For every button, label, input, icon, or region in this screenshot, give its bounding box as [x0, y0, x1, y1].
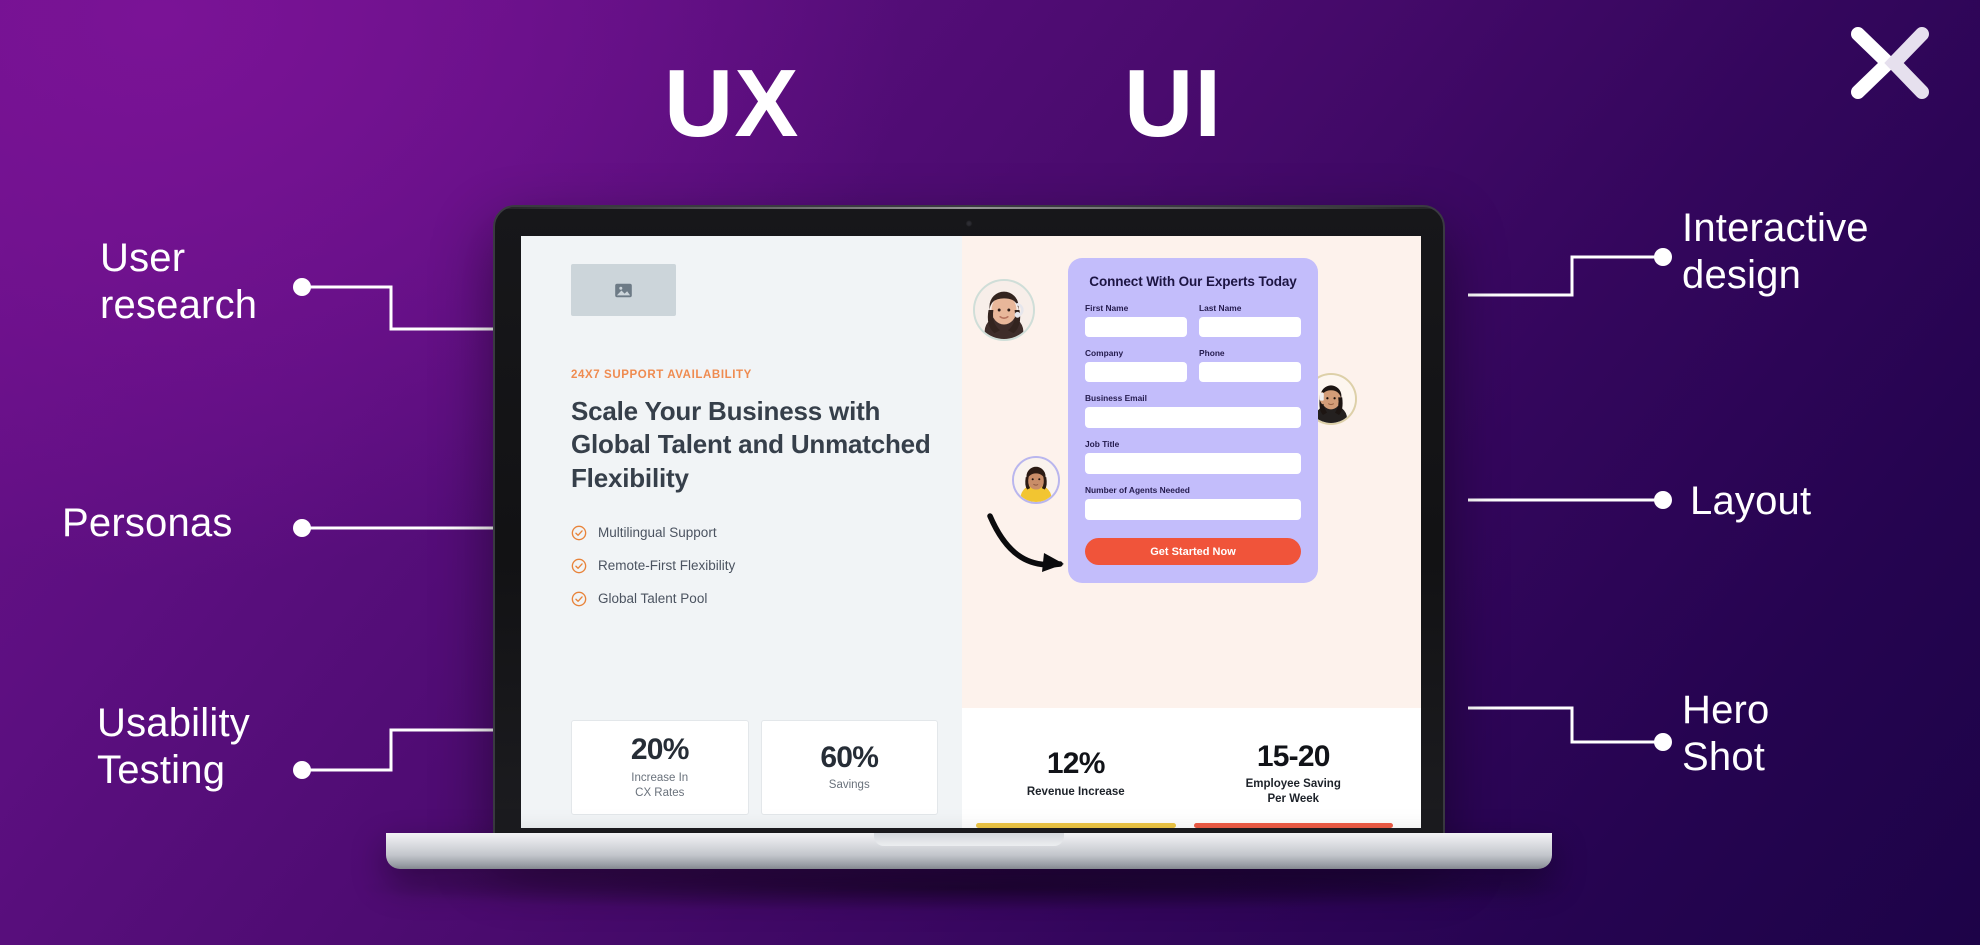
- x-logo-icon: [1851, 27, 1929, 99]
- field-label: Phone: [1199, 348, 1225, 358]
- field-label: Number of Agents Needed: [1085, 485, 1190, 495]
- avatar-yellow-shirt: [1012, 456, 1060, 504]
- laptop-shadow: [363, 865, 1575, 911]
- stat-value: 20%: [630, 733, 689, 767]
- field-label: Last Name: [1199, 303, 1242, 313]
- stat-value: 60%: [820, 740, 879, 774]
- last-name-input[interactable]: [1199, 317, 1301, 337]
- hero-eyebrow: 24X7 SUPPORT AVAILABILITY: [571, 369, 752, 381]
- field-label: First Name: [1085, 303, 1129, 313]
- webcam-icon: [965, 220, 973, 227]
- stat-value: 12%: [1046, 747, 1105, 781]
- business-email-input[interactable]: [1085, 407, 1301, 428]
- stats-right-zone: 12% Revenue Increase 15-20 Employee Savi…: [962, 708, 1421, 828]
- ux-wordmark: UX: [664, 50, 800, 157]
- field-label: Business Email: [1085, 393, 1147, 403]
- stat-label: Revenue Increase: [1026, 785, 1125, 798]
- image-placeholder-icon: [571, 264, 676, 316]
- stat-card: 20% Increase In CX Rates: [571, 720, 749, 815]
- company-input[interactable]: [1085, 362, 1187, 382]
- field-business-email: Business Email: [1085, 393, 1301, 428]
- stat-label: Savings: [828, 779, 870, 792]
- feature-label: Multilingual Support: [598, 525, 717, 541]
- annotation-layout: Layout: [1690, 479, 1812, 523]
- hero-heading: Scale Your Business with Global Talent a…: [571, 396, 931, 493]
- annotation-personas: Personas: [62, 501, 233, 545]
- number-of-agents-input[interactable]: [1085, 499, 1301, 520]
- field-phone: Phone: [1199, 348, 1301, 382]
- field-number-of-agents: Number of Agents Needed: [1085, 485, 1301, 520]
- field-first-name: First Name: [1085, 303, 1187, 337]
- stat-card: 60% Savings: [760, 720, 938, 815]
- laptop-screen: 24X7 SUPPORT AVAILABILITY Scale Your Bus…: [521, 236, 1421, 828]
- first-name-input[interactable]: [1085, 317, 1187, 337]
- field-company: Company: [1085, 348, 1187, 382]
- stat-card: 12% Revenue Increase: [976, 720, 1176, 828]
- stat-accent-bar: [1193, 823, 1393, 828]
- feature-label: Remote-First Flexibility: [598, 558, 736, 574]
- get-started-button[interactable]: Get Started Now: [1085, 538, 1301, 565]
- curved-arrow-icon: [987, 513, 1064, 572]
- job-title-input[interactable]: [1085, 453, 1301, 474]
- field-last-name: Last Name: [1199, 303, 1301, 337]
- check-circle-icon: [571, 558, 587, 574]
- annotation-usability-testing: Usability Testing: [97, 701, 250, 793]
- check-circle-icon: [571, 591, 587, 607]
- feature-item: Global Talent Pool: [571, 591, 936, 607]
- stat-label: Employee Saving Per Week: [1245, 778, 1341, 806]
- stat-card: 15-20 Employee Saving Per Week: [1193, 720, 1393, 828]
- ui-wordmark: UI: [1124, 50, 1222, 157]
- check-circle-icon: [571, 525, 587, 541]
- laptop-base: [386, 833, 1552, 869]
- contact-form-card: Connect With Our Experts Today First Nam…: [1068, 258, 1318, 583]
- field-label: Company: [1085, 348, 1124, 358]
- stat-value: 15-20: [1256, 739, 1331, 773]
- stat-accent-bar: [976, 823, 1176, 828]
- stats-left-zone: 20% Increase In CX Rates 60% Savings: [521, 708, 962, 828]
- form-title: Connect With Our Experts Today: [1089, 274, 1297, 289]
- phone-input[interactable]: [1199, 362, 1301, 382]
- feature-item: Multilingual Support: [571, 525, 936, 541]
- field-job-title: Job Title: [1085, 439, 1301, 474]
- annotation-interactive-design: Interactive design: [1682, 206, 1869, 298]
- laptop-lid: 24X7 SUPPORT AVAILABILITY Scale Your Bus…: [493, 205, 1445, 842]
- avatar-agent-headset: [973, 279, 1035, 341]
- field-label: Job Title: [1085, 439, 1120, 449]
- feature-label: Global Talent Pool: [598, 591, 708, 607]
- laptop-mockup: 24X7 SUPPORT AVAILABILITY Scale Your Bus…: [363, 205, 1575, 911]
- stat-label: Increase In CX Rates: [631, 771, 689, 799]
- annotation-user-research: User research: [100, 236, 258, 328]
- poster-background: UX UI User research Personas Usability T…: [0, 0, 1980, 945]
- feature-item: Remote-First Flexibility: [571, 558, 936, 574]
- stats-strip: 20% Increase In CX Rates 60% Savings 12%…: [521, 708, 1421, 828]
- annotation-hero-shot: Hero Shot: [1682, 688, 1770, 780]
